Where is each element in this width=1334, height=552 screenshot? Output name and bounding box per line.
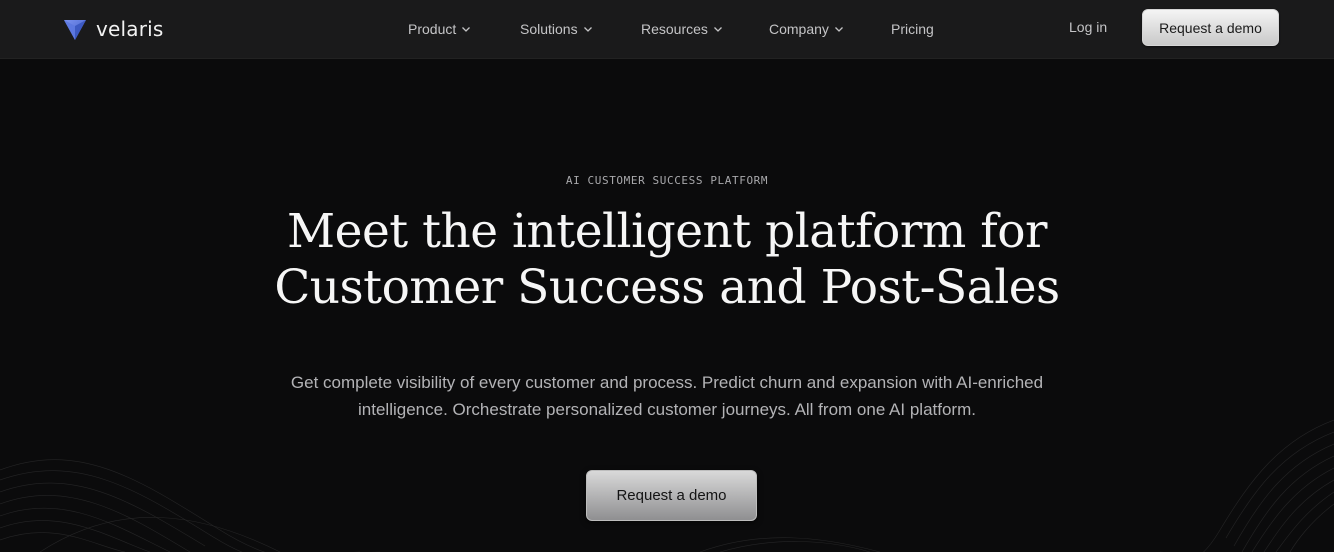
subtext-line-2: intelligence. Orchestrate personalized c… xyxy=(358,400,976,419)
request-demo-button[interactable]: Request a demo xyxy=(1142,9,1279,46)
top-navbar: velaris Product Solutions Resources Comp… xyxy=(0,0,1334,59)
hero-eyebrow: AI CUSTOMER SUCCESS PLATFORM xyxy=(565,174,769,187)
chevron-down-icon xyxy=(462,27,471,32)
nav-item-label: Pricing xyxy=(891,21,934,37)
velaris-triangle-icon xyxy=(64,20,86,40)
nav-item-company[interactable]: Company xyxy=(769,19,844,39)
nav-item-label: Solutions xyxy=(520,21,578,37)
hero-request-demo-button[interactable]: Request a demo xyxy=(586,470,757,521)
nav-item-solutions[interactable]: Solutions xyxy=(520,19,593,39)
nav-item-label: Product xyxy=(408,21,457,37)
nav-item-resources[interactable]: Resources xyxy=(641,19,723,39)
nav-item-product[interactable]: Product xyxy=(408,19,471,39)
subtext-line-1: Get complete visibility of every custome… xyxy=(290,373,1044,392)
login-link[interactable]: Log in xyxy=(1069,19,1107,35)
hero-headline: Meet the intelligent platform for Custom… xyxy=(0,204,1334,316)
nav-item-label: Company xyxy=(769,21,829,37)
nav-item-label: Resources xyxy=(641,21,708,37)
nav-item-pricing[interactable]: Pricing xyxy=(891,19,934,39)
chevron-down-icon xyxy=(583,27,592,32)
brand-name: velaris xyxy=(96,17,164,41)
chevron-down-icon xyxy=(713,27,722,32)
chevron-down-icon xyxy=(834,27,843,32)
headline-line-1: Meet the intelligent platform for xyxy=(287,204,1047,259)
brand-logo[interactable]: velaris xyxy=(62,15,164,43)
hero-subtext: Get complete visibility of every custome… xyxy=(0,369,1334,423)
headline-line-2: Customer Success and Post-Sales xyxy=(274,260,1060,315)
